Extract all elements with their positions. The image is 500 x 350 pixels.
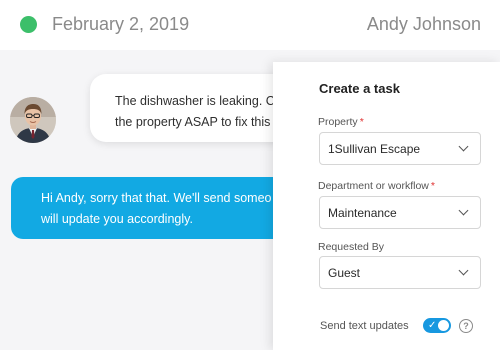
message-text-line: Hi Andy, sorry that that. We'll send som…: [41, 191, 272, 205]
guest-name[interactable]: Andy Johnson: [367, 14, 481, 35]
toggle-knob: [438, 320, 449, 331]
incoming-message-bubble: The dishwasher is leaking. C the propert…: [90, 74, 273, 142]
required-marker: *: [430, 180, 435, 192]
requested-by-select[interactable]: Guest: [319, 256, 481, 289]
panel-title: Create a task: [319, 81, 400, 96]
top-bar: February 2, 2019 Andy Johnson: [0, 0, 500, 50]
property-label: Property *: [318, 116, 364, 128]
property-select[interactable]: 1Sullivan Escape: [319, 132, 481, 165]
create-task-panel: Create a task Property * 1Sullivan Escape…: [273, 62, 500, 350]
person-photo-icon: [10, 97, 56, 143]
help-icon[interactable]: ?: [459, 319, 473, 333]
department-label-text: Department or workflow: [318, 180, 429, 192]
guest-avatar: [10, 97, 56, 143]
conversation-date: February 2, 2019: [52, 14, 190, 34]
message-text-line: the property ASAP to fix this: [115, 115, 271, 129]
property-selected-value: 1Sullivan Escape: [328, 142, 421, 156]
department-select[interactable]: Maintenance: [319, 196, 481, 229]
outgoing-message-bubble: Hi Andy, sorry that that. We'll send som…: [11, 177, 273, 239]
online-status-indicator: [20, 16, 37, 33]
message-text-line: The dishwasher is leaking. C: [115, 94, 273, 108]
checkmark-icon: ✓: [428, 320, 437, 331]
department-label: Department or workflow *: [318, 180, 435, 192]
requested-by-selected-value: Guest: [328, 266, 361, 280]
send-text-updates-label: Send text updates: [320, 320, 409, 332]
required-marker: *: [359, 116, 364, 128]
message-text-line: will update you accordingly.: [41, 212, 193, 226]
chevron-down-icon: [458, 265, 469, 276]
panel-top-strip: [273, 50, 500, 62]
chat-thread[interactable]: The dishwasher is leaking. C the propert…: [0, 50, 273, 350]
requested-by-label: Requested By: [318, 241, 384, 253]
department-selected-value: Maintenance: [328, 206, 397, 220]
property-label-text: Property: [318, 116, 358, 128]
chevron-down-icon: [458, 141, 469, 152]
chevron-down-icon: [458, 205, 469, 216]
send-text-updates-toggle[interactable]: ✓: [423, 318, 451, 333]
